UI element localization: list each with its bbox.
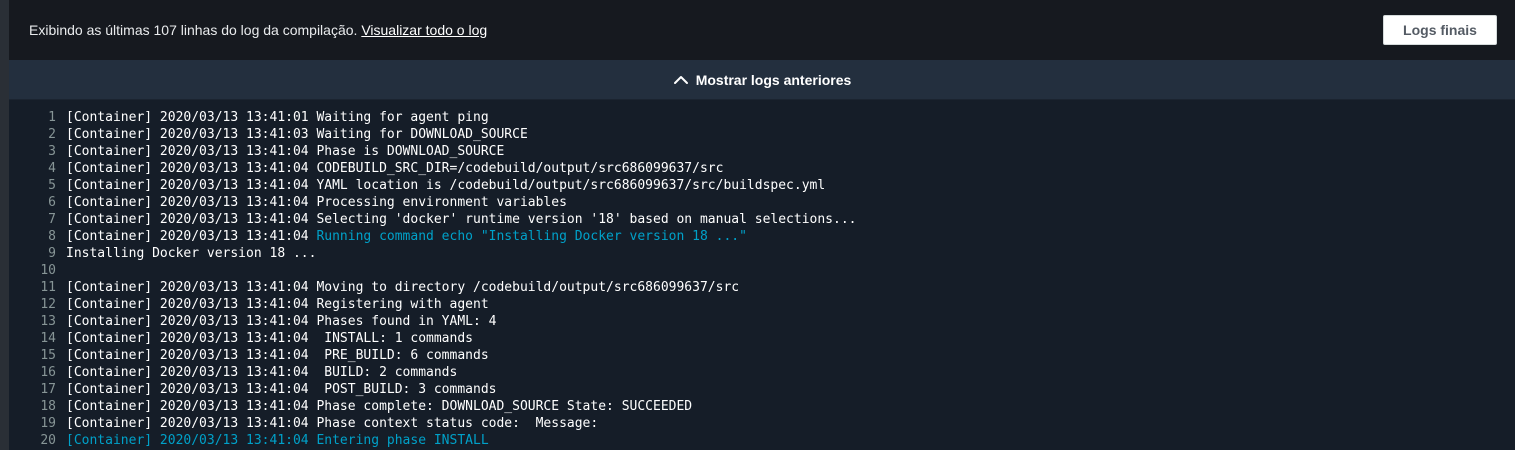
log-line: 4 [Container] 2020/03/13 13:41:04 CODEBUI… — [9, 160, 1515, 177]
line-number: 14 — [40, 331, 56, 346]
line-number: 7 — [48, 212, 56, 227]
line-text: [Container] 2020/03/13 13:41:04 Register… — [66, 297, 489, 312]
line-number: 4 — [48, 161, 56, 176]
line-number: 11 — [40, 280, 56, 295]
line-number: 9 — [48, 246, 56, 261]
line-text: [Container] 2020/03/13 13:41:04 Phase co… — [66, 399, 693, 414]
log-status: Exibindo as últimas 107 linhas do log da… — [29, 22, 487, 38]
line-text: [Container] 2020/03/13 13:41:03 Waiting … — [66, 127, 528, 142]
log-line: 2 [Container] 2020/03/13 13:41:03 Waiting… — [9, 126, 1515, 143]
log-line: 12 [Container] 2020/03/13 13:41:04 Regist… — [9, 296, 1515, 313]
chevron-up-icon — [673, 75, 688, 84]
line-text: [Container] 2020/03/13 13:41:04 — [66, 229, 317, 244]
log-line: 9 Installing Docker version 18 ... — [9, 245, 1515, 262]
log-line: 15 [Container] 2020/03/13 13:41:04 PRE_BU… — [9, 347, 1515, 364]
line-number: 18 — [40, 399, 56, 414]
line-number: 13 — [40, 314, 56, 329]
line-text: [Container] 2020/03/13 13:41:04 YAML loc… — [66, 178, 826, 193]
log-line: 13 [Container] 2020/03/13 13:41:04 Phases… — [9, 313, 1515, 330]
final-logs-button[interactable]: Logs finais — [1383, 15, 1497, 45]
log-line: 16 [Container] 2020/03/13 13:41:04 BUILD:… — [9, 364, 1515, 381]
line-number: 2 — [48, 127, 56, 142]
line-text: [Container] 2020/03/13 13:41:04 Phase is… — [66, 144, 505, 159]
show-earlier-logs-button[interactable]: Mostrar logs anteriores — [9, 60, 1515, 100]
line-number: 16 — [40, 365, 56, 380]
line-text: [Container] 2020/03/13 13:41:04 Entering… — [66, 433, 489, 448]
line-number: 15 — [40, 348, 56, 363]
line-text: [Container] 2020/03/13 13:41:04 CODEBUIL… — [66, 161, 724, 176]
line-text: [Container] 2020/03/13 13:41:01 Waiting … — [66, 110, 489, 125]
line-number: 19 — [40, 416, 56, 431]
line-text: [Container] 2020/03/13 13:41:04 POST_BUI… — [66, 382, 497, 397]
log-line: 1 [Container] 2020/03/13 13:41:01 Waiting… — [9, 109, 1515, 126]
line-text: [Container] 2020/03/13 13:41:04 Moving t… — [66, 280, 740, 295]
log-line: 5 [Container] 2020/03/13 13:41:04 YAML lo… — [9, 177, 1515, 194]
log-line: 3 [Container] 2020/03/13 13:41:04 Phase i… — [9, 143, 1515, 160]
line-number: 8 — [48, 229, 56, 244]
log-line: 17 [Container] 2020/03/13 13:41:04 POST_B… — [9, 381, 1515, 398]
line-text: [Container] 2020/03/13 13:41:04 Selectin… — [66, 212, 857, 227]
panel-left-edge — [0, 0, 9, 450]
log-line: 6 [Container] 2020/03/13 13:41:04 Process… — [9, 194, 1515, 211]
line-text: [Container] 2020/03/13 13:41:04 Phases f… — [66, 314, 497, 329]
line-number: 10 — [40, 263, 56, 278]
log-line: 11 [Container] 2020/03/13 13:41:04 Moving… — [9, 279, 1515, 296]
log-line: 18 [Container] 2020/03/13 13:41:04 Phase … — [9, 398, 1515, 415]
line-number: 17 — [40, 382, 56, 397]
line-text: [Container] 2020/03/13 13:41:04 Processi… — [66, 195, 567, 210]
log-line: 20 [Container] 2020/03/13 13:41:04 Enteri… — [9, 432, 1515, 449]
line-text: [Container] 2020/03/13 13:41:04 Phase co… — [66, 416, 599, 431]
line-number: 6 — [48, 195, 56, 210]
line-text: [Container] 2020/03/13 13:41:04 INSTALL:… — [66, 331, 473, 346]
show-earlier-logs-label: Mostrar logs anteriores — [695, 71, 852, 88]
view-full-log-link[interactable]: Visualizar todo o log — [361, 22, 487, 38]
log-line: 19 [Container] 2020/03/13 13:41:04 Phase … — [9, 415, 1515, 432]
line-text: [Container] 2020/03/13 13:41:04 PRE_BUIL… — [66, 348, 489, 363]
line-number: 3 — [48, 144, 56, 159]
line-number: 5 — [48, 178, 56, 193]
line-text: [Container] 2020/03/13 13:41:04 BUILD: 2… — [66, 365, 458, 380]
log-line: 7 [Container] 2020/03/13 13:41:04 Selecti… — [9, 211, 1515, 228]
log-content: 1 [Container] 2020/03/13 13:41:01 Waiting… — [9, 109, 1515, 450]
log-line: 14 [Container] 2020/03/13 13:41:04 INSTAL… — [9, 330, 1515, 347]
line-number: 1 — [48, 110, 56, 125]
log-line: 10 — [9, 262, 1515, 279]
build-log-panel: Exibindo as últimas 107 linhas do log da… — [0, 0, 1515, 450]
line-text: Installing Docker version 18 ... — [66, 246, 317, 261]
log-status-text: Exibindo as últimas 107 linhas do log da… — [29, 22, 358, 38]
line-number: 20 — [40, 433, 56, 448]
log-line: 8 [Container] 2020/03/13 13:41:04 Running… — [9, 228, 1515, 245]
log-header: Exibindo as últimas 107 linhas do log da… — [9, 0, 1515, 60]
line-number: 12 — [40, 297, 56, 312]
line-text-highlight: Running command echo "Installing Docker … — [316, 229, 747, 244]
